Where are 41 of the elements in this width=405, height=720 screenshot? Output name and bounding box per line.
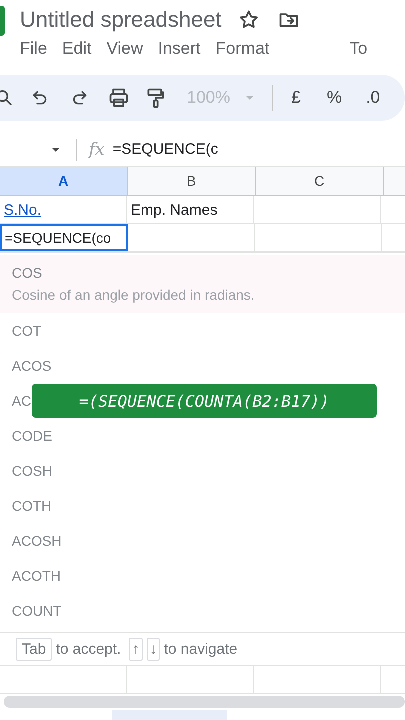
cell-text: Emp. Names — [131, 202, 218, 219]
cell-text: S.No. — [4, 202, 42, 219]
suggestion-item[interactable]: COTH — [12, 498, 52, 514]
scrollbar[interactable] — [4, 696, 405, 708]
suggestion-item[interactable]: COS Cosine of an angle provided in radians. — [0, 255, 405, 313]
column-header[interactable]: B — [128, 167, 256, 195]
decrease-decimal-button[interactable]: .0 — [366, 88, 380, 108]
print-icon[interactable] — [108, 87, 130, 109]
percent-button[interactable]: % — [326, 88, 342, 108]
key-label: Tab — [16, 638, 52, 660]
search-icon[interactable] — [0, 88, 12, 108]
suggestion-item[interactable]: CODE — [12, 428, 52, 444]
suggestion-item[interactable]: ACOTH — [12, 568, 61, 584]
currency-button[interactable]: £ — [291, 88, 301, 108]
cell-editor[interactable]: =SEQUENCE(co — [0, 224, 128, 251]
suggestion-item[interactable]: AC — [12, 392, 32, 408]
suggestion-item[interactable]: COSH — [12, 462, 52, 478]
function-description: Cosine of an angle provided in radians. — [12, 287, 256, 303]
menu-item[interactable]: File — [20, 39, 48, 59]
suggestion-item[interactable]: ACOS — [12, 358, 52, 374]
menu-item[interactable]: Insert — [158, 39, 201, 59]
suggestion-item[interactable]: COUNT — [12, 602, 62, 618]
menu-item[interactable]: View — [106, 39, 144, 59]
column-header[interactable]: C — [256, 167, 384, 195]
menu-item[interactable]: Format — [216, 39, 270, 59]
formula-input[interactable]: =SEQUENCE(c — [112, 141, 218, 158]
star-icon[interactable] — [238, 8, 260, 30]
column-header[interactable]: A — [0, 167, 128, 195]
menu-item[interactable]: To — [350, 39, 368, 59]
menu-item[interactable]: Edit — [62, 39, 92, 59]
hint-text: to navigate — [164, 640, 238, 658]
formula-caption: =(SEQUENCE(COUNTA(B2:B17)) — [32, 384, 377, 418]
hint-text: to accept. — [56, 640, 122, 658]
suggestion-item[interactable]: COT — [12, 322, 42, 338]
function-name: COS — [12, 265, 44, 281]
paint-roller-icon[interactable] — [145, 87, 167, 109]
key-label: ↑ — [129, 638, 143, 660]
key-label: ↓ — [146, 638, 160, 660]
suggestion-item[interactable]: ACOSH — [12, 532, 62, 548]
function-label: fx — [89, 140, 105, 160]
document-title[interactable]: Untitled spreadsheet — [20, 6, 222, 32]
